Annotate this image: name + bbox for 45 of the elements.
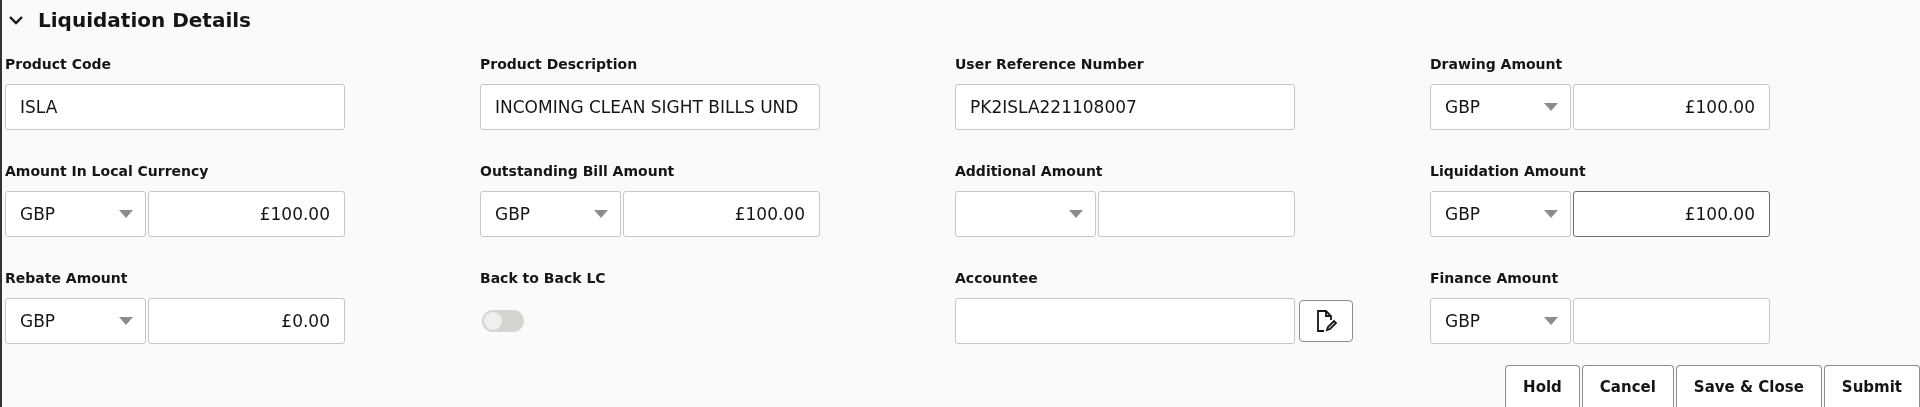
currency-dropdown[interactable]: GBP: [480, 191, 621, 237]
currency-dropdown[interactable]: GBP: [1430, 298, 1571, 344]
action-button[interactable]: Save & Close: [1675, 365, 1822, 407]
field-label: Amount In Local Currency: [5, 163, 210, 181]
caret-icon: [119, 317, 133, 325]
field-label: Accountee: [955, 270, 1039, 288]
currency-dropdown[interactable]: GBP: [1430, 191, 1571, 237]
caret-icon: [1544, 317, 1558, 325]
amount-field[interactable]: £100.00: [1573, 191, 1770, 237]
action-button[interactable]: Cancel: [1581, 365, 1674, 407]
field-label: Drawing Amount: [1430, 56, 1564, 74]
field-label: Product Description: [480, 56, 639, 74]
field-label: Product Code: [5, 56, 113, 74]
field-label: Back to Back LC: [480, 270, 607, 288]
currency-dropdown[interactable]: GBP: [1430, 84, 1571, 130]
currency-dropdown[interactable]: GBP: [5, 298, 146, 344]
currency-dropdown[interactable]: GBP: [5, 191, 146, 237]
currency-dropdown[interactable]: [955, 191, 1096, 237]
action-button[interactable]: Submit: [1823, 365, 1920, 407]
caret-icon: [1544, 103, 1558, 111]
amount-field[interactable]: £100.00: [1573, 84, 1770, 130]
caret-icon: [1544, 210, 1558, 218]
toggle-switch[interactable]: [482, 310, 524, 332]
field-label: Outstanding Bill Amount: [480, 163, 676, 181]
amount-field[interactable]: £100.00: [623, 191, 820, 237]
field-label: Rebate Amount: [5, 270, 129, 288]
text-field[interactable]: INCOMING CLEAN SIGHT BILLS UND: [480, 84, 820, 130]
text-field[interactable]: [955, 298, 1295, 344]
amount-field[interactable]: [1098, 191, 1295, 237]
text-field[interactable]: PK2ISLA221108007: [955, 84, 1295, 130]
field-label: Liquidation Amount: [1430, 163, 1587, 181]
lookup-button[interactable]: [1299, 300, 1353, 342]
action-button[interactable]: Hold: [1505, 365, 1580, 407]
document-edit-icon: [1315, 309, 1337, 333]
caret-icon: [594, 210, 608, 218]
caret-icon: [119, 210, 133, 218]
field-label: Finance Amount: [1430, 270, 1560, 288]
amount-field[interactable]: [1573, 298, 1770, 344]
text-field[interactable]: ISLA: [5, 84, 345, 130]
field-label: User Reference Number: [955, 56, 1145, 74]
caret-icon: [1069, 210, 1083, 218]
field-label: Additional Amount: [955, 163, 1104, 181]
amount-field[interactable]: £0.00: [148, 298, 345, 344]
section-title: Liquidation Details: [38, 8, 252, 32]
amount-field[interactable]: £100.00: [148, 191, 345, 237]
